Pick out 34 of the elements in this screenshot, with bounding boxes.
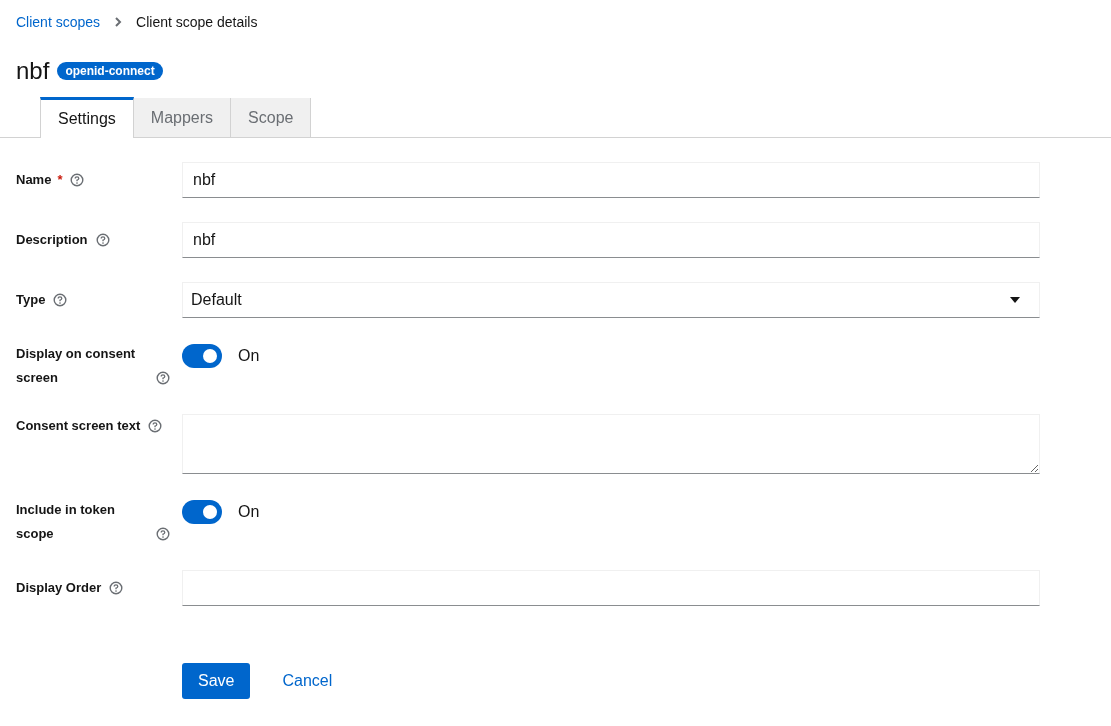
field-label: Include in token scope [16,501,116,543]
breadcrumb-link[interactable]: Client scopes [16,14,101,30]
toggle-switch[interactable] [182,344,222,368]
tab[interactable]: Mappers [133,98,232,137]
help-icon[interactable] [109,581,124,595]
cancel-button[interactable]: Cancel [266,663,349,699]
switch-state-label: On [238,502,260,522]
help-icon[interactable] [53,293,68,307]
tab[interactable]: Scope [231,98,312,137]
page-title: nbf [16,57,50,85]
help-icon[interactable] [156,527,170,541]
chevron-right-icon [114,17,123,27]
field-label: Description [16,231,88,249]
field-label: Display on consent screen [16,345,137,387]
breadcrumb-current: Client scope details [136,14,258,30]
protocol-badge: openid-connect [57,62,163,80]
field-label: Display Order [16,579,102,597]
caret-icon [1010,297,1020,303]
help-icon[interactable] [148,419,163,433]
required-mark: * [57,171,63,189]
text-field[interactable]: nbf [182,222,1040,258]
help-icon[interactable] [70,173,85,187]
type-select[interactable]: Default [182,282,1040,318]
tab[interactable]: Settings [40,97,134,138]
switch-state-label: On [238,346,260,366]
text-field[interactable] [182,570,1040,606]
save-button[interactable]: Save [182,663,251,699]
text-field[interactable]: nbf [182,162,1040,198]
field-label: Type [16,291,46,309]
toggle-switch[interactable] [182,500,222,524]
help-icon[interactable] [156,371,170,385]
field-label: Name [16,171,52,189]
field-label: Consent screen text [16,417,141,435]
help-icon[interactable] [95,233,110,247]
